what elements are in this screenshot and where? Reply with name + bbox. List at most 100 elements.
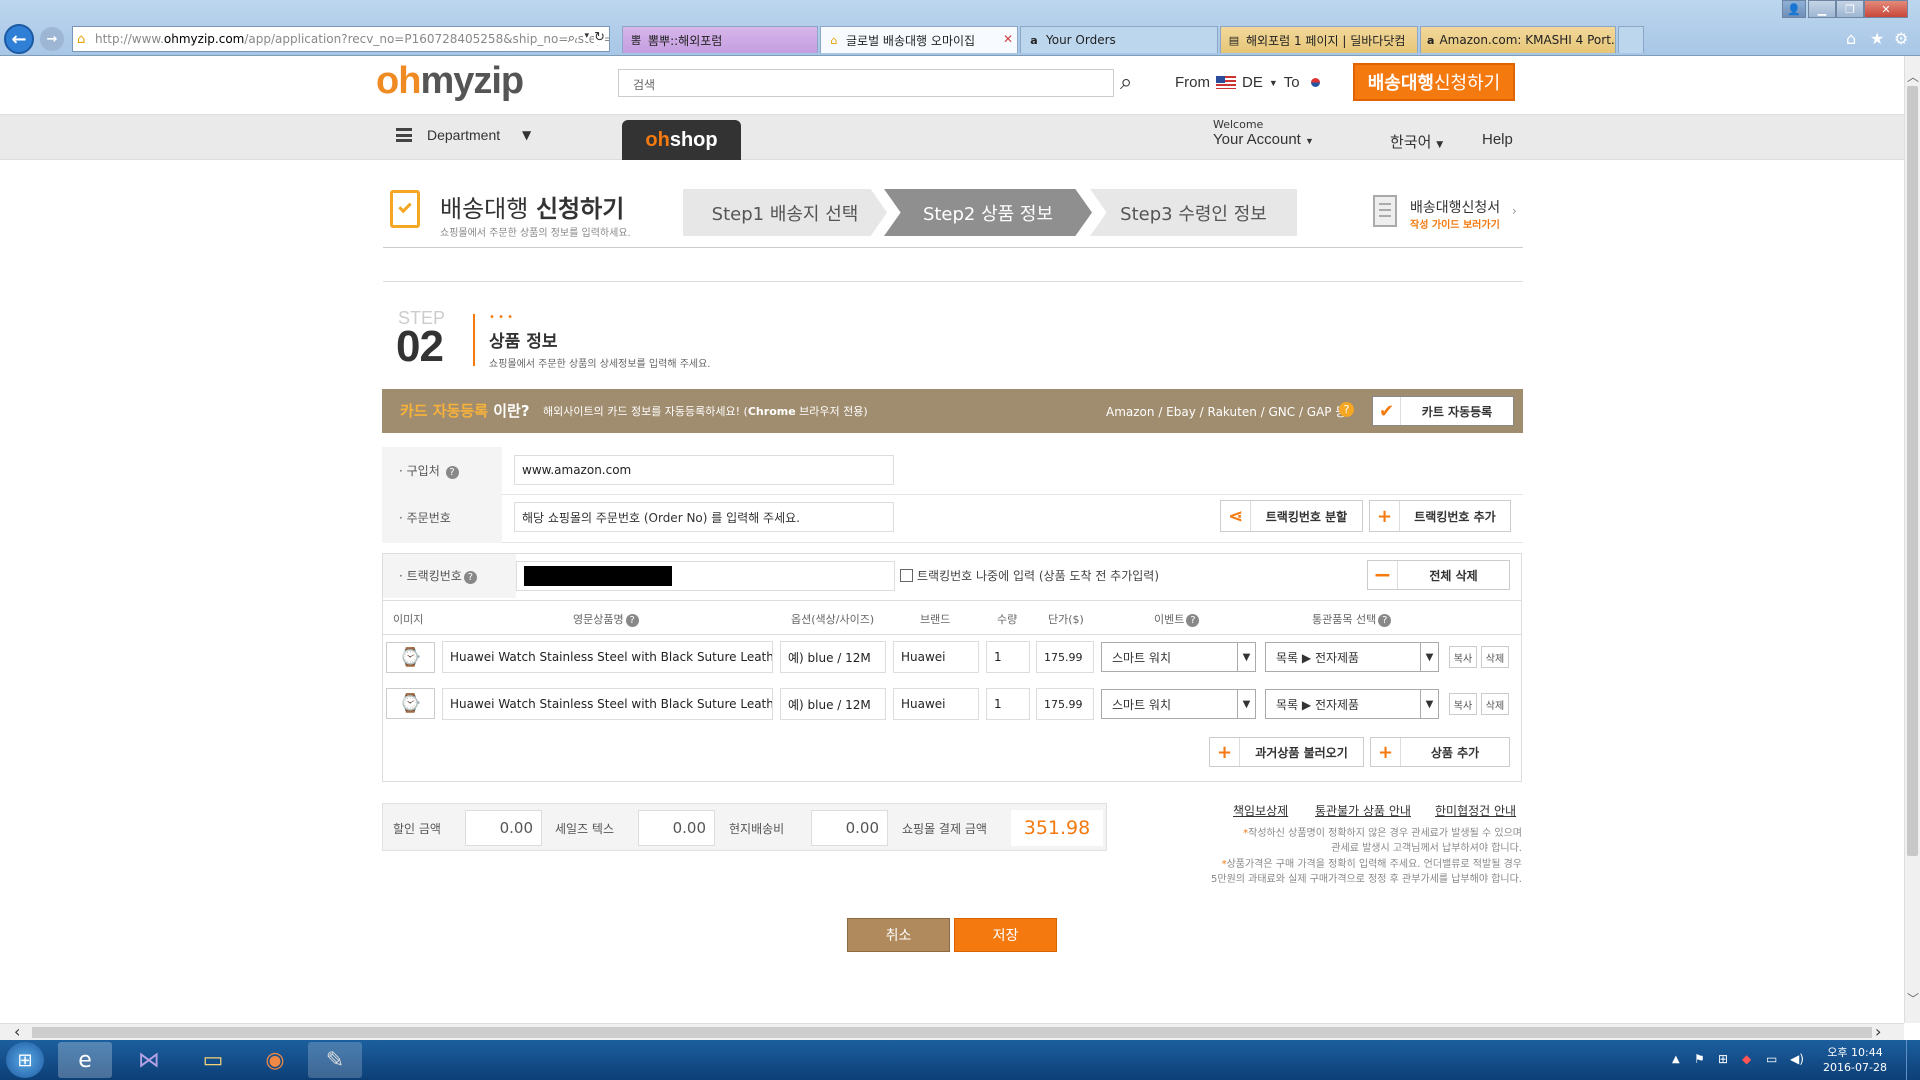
- paint-icon[interactable]: ✎: [308, 1042, 362, 1078]
- brand-input[interactable]: Huawei: [893, 641, 979, 673]
- tab-ppomppu[interactable]: 뽐 뽐뿌::해외포럼: [622, 26, 818, 53]
- maximize-button[interactable]: ❐: [1836, 0, 1864, 18]
- country-selector[interactable]: From DE ▼ To: [1175, 74, 1326, 91]
- split-tracking-button[interactable]: ⋖ 트랙킹번호 분할: [1220, 500, 1363, 532]
- windows-icon[interactable]: ⊞: [1718, 1052, 1728, 1066]
- price-input[interactable]: 175.99: [1036, 688, 1094, 720]
- search-icon[interactable]: ⌕: [567, 31, 575, 46]
- search-input[interactable]: 검색: [618, 69, 1114, 97]
- department-menu[interactable]: Department: [427, 127, 500, 143]
- clock[interactable]: 오후 10:44 2016-07-28: [1820, 1045, 1890, 1075]
- fta-info-link[interactable]: 한미협정건 안내: [1435, 802, 1516, 819]
- delete-all-button[interactable]: − 전체 삭제: [1367, 560, 1510, 590]
- back-button[interactable]: ←: [4, 24, 34, 54]
- order-number-input[interactable]: 해당 쇼핑몰의 주문번호 (Order No) 를 입력해 주세요.: [514, 502, 894, 532]
- step2-tab[interactable]: Step2 상품 정보: [884, 189, 1092, 236]
- apply-shipping-button[interactable]: 배송대행 신청하기: [1353, 63, 1515, 101]
- scroll-right-icon[interactable]: ›: [1875, 1022, 1881, 1041]
- show-desktop-button[interactable]: [1906, 1040, 1920, 1080]
- scroll-thumb[interactable]: [32, 1027, 1872, 1038]
- product-name-input[interactable]: Huawei Watch Stainless Steel with Black …: [442, 688, 773, 720]
- address-bar[interactable]: ⌂ http://www. ohmyzip.com/app/application…: [72, 26, 610, 52]
- tracking-later-checkbox[interactable]: [900, 569, 913, 582]
- prohibited-items-link[interactable]: 통관불가 상품 안내: [1315, 802, 1411, 819]
- scroll-thumb[interactable]: [1907, 86, 1918, 856]
- chevron-down-icon[interactable]: ▼: [522, 128, 531, 142]
- price-input[interactable]: 175.99: [1036, 641, 1094, 673]
- site-logo[interactable]: ohmyzip: [376, 58, 524, 104]
- add-item-button[interactable]: + 상품 추가: [1370, 737, 1510, 767]
- network-icon[interactable]: ▭: [1766, 1052, 1777, 1066]
- close-window-button[interactable]: ✕: [1864, 0, 1908, 18]
- cancel-button[interactable]: 취소: [847, 918, 950, 952]
- store-url-input[interactable]: www.amazon.com: [514, 455, 894, 485]
- event-select[interactable]: 스마트 워치 ▼: [1101, 689, 1256, 719]
- tracking-number-input[interactable]: [516, 561, 895, 591]
- step3-tab[interactable]: Step3 수령인 정보: [1090, 189, 1297, 236]
- vertical-scrollbar[interactable]: [1904, 56, 1920, 1023]
- liability-link[interactable]: 책임보상제: [1233, 802, 1288, 819]
- scroll-down-icon[interactable]: ﹀: [1907, 990, 1919, 1007]
- volume-icon[interactable]: ◀): [1790, 1052, 1804, 1066]
- guide-link[interactable]: 배송대행신청서: [1410, 197, 1500, 217]
- dropdown-icon[interactable]: ▾: [584, 31, 589, 41]
- qty-input[interactable]: 1: [986, 688, 1030, 720]
- tab-ohmyzip[interactable]: ⌂ 글로벌 배송대행 오마이집 ✕: [820, 26, 1018, 53]
- brand-input[interactable]: Huawei: [893, 688, 979, 720]
- help-icon[interactable]: ?: [1378, 614, 1392, 627]
- watch-thumbnail[interactable]: ⌚: [386, 642, 435, 673]
- customs-select[interactable]: 목록 ▶ 전자제품 ▼: [1265, 689, 1439, 719]
- chrome-icon[interactable]: ◉: [248, 1042, 302, 1078]
- option-input[interactable]: 예) blue / 12M: [780, 641, 886, 673]
- security-icon[interactable]: ◆: [1742, 1052, 1751, 1066]
- forward-button[interactable]: →: [40, 27, 64, 51]
- refresh-icon[interactable]: ↻: [594, 30, 605, 45]
- guide-sublink[interactable]: 작성 가이드 보러가기: [1410, 216, 1500, 231]
- menu-icon[interactable]: [396, 128, 412, 142]
- search-icon[interactable]: ⌕: [1120, 70, 1132, 95]
- favorites-star-icon[interactable]: ★: [1870, 29, 1884, 48]
- tab-dealbada[interactable]: ▤ 해외포럼 1 페이지 | 딜바다닷컴: [1220, 26, 1418, 53]
- card-autoregister-button[interactable]: ✔ 카트 자동등록: [1372, 396, 1514, 426]
- copy-row-button[interactable]: 복사: [1449, 693, 1477, 715]
- product-name-input[interactable]: Huawei Watch Stainless Steel with Black …: [442, 641, 773, 673]
- minimize-button[interactable]: ▁: [1808, 0, 1836, 18]
- language-menu[interactable]: 한국어 ▼: [1390, 131, 1443, 152]
- start-button[interactable]: ⊞: [6, 1042, 44, 1078]
- account-menu[interactable]: Your Account ▼: [1213, 131, 1314, 148]
- help-icon[interactable]: ?: [445, 466, 459, 479]
- new-tab-button[interactable]: [1618, 26, 1644, 53]
- save-button[interactable]: 저장: [954, 918, 1057, 952]
- flag-icon[interactable]: ⚑: [1694, 1052, 1705, 1066]
- qty-input[interactable]: 1: [986, 641, 1030, 673]
- event-select[interactable]: 스마트 워치 ▼: [1101, 642, 1256, 672]
- add-tracking-button[interactable]: + 트랙킹번호 추가: [1369, 500, 1511, 532]
- delete-row-button[interactable]: 삭제: [1481, 693, 1509, 715]
- ohshop-tab[interactable]: oh shop: [622, 120, 741, 160]
- scroll-up-icon[interactable]: ︿: [1907, 68, 1919, 85]
- tab-your-orders[interactable]: a Your Orders: [1020, 26, 1218, 53]
- load-past-items-button[interactable]: + 과거상품 불러오기: [1209, 737, 1364, 767]
- help-link[interactable]: Help: [1482, 131, 1513, 148]
- close-tab-icon[interactable]: ✕: [1003, 32, 1013, 46]
- help-icon[interactable]: ?: [463, 571, 477, 584]
- help-icon[interactable]: ?: [1339, 402, 1354, 417]
- help-icon[interactable]: ?: [1186, 614, 1200, 627]
- tab-amazon-kmashi[interactable]: a Amazon.com: KMASHI 4 Port...: [1420, 26, 1616, 53]
- customs-select[interactable]: 목록 ▶ 전자제품 ▼: [1265, 642, 1439, 672]
- delete-row-button[interactable]: 삭제: [1481, 646, 1509, 668]
- option-input[interactable]: 예) blue / 12M: [780, 688, 886, 720]
- step1-tab[interactable]: Step1 배송지 선택: [683, 189, 887, 236]
- show-hidden-icons[interactable]: ▲: [1672, 1054, 1680, 1065]
- settings-gear-icon[interactable]: ⚙: [1894, 29, 1908, 48]
- file-explorer-icon[interactable]: ▭: [186, 1042, 240, 1078]
- visual-studio-icon[interactable]: ⋈: [122, 1042, 176, 1078]
- scroll-left-icon[interactable]: ‹: [14, 1022, 20, 1041]
- ie-icon[interactable]: e: [58, 1042, 112, 1078]
- copy-row-button[interactable]: 복사: [1449, 646, 1477, 668]
- watch-thumbnail[interactable]: ⌚: [386, 688, 435, 719]
- help-icon[interactable]: ?: [625, 614, 639, 627]
- horizontal-scrollbar[interactable]: [0, 1023, 1904, 1040]
- from-country-dropdown[interactable]: DE: [1242, 74, 1263, 91]
- home-icon[interactable]: ⌂: [1846, 29, 1856, 48]
